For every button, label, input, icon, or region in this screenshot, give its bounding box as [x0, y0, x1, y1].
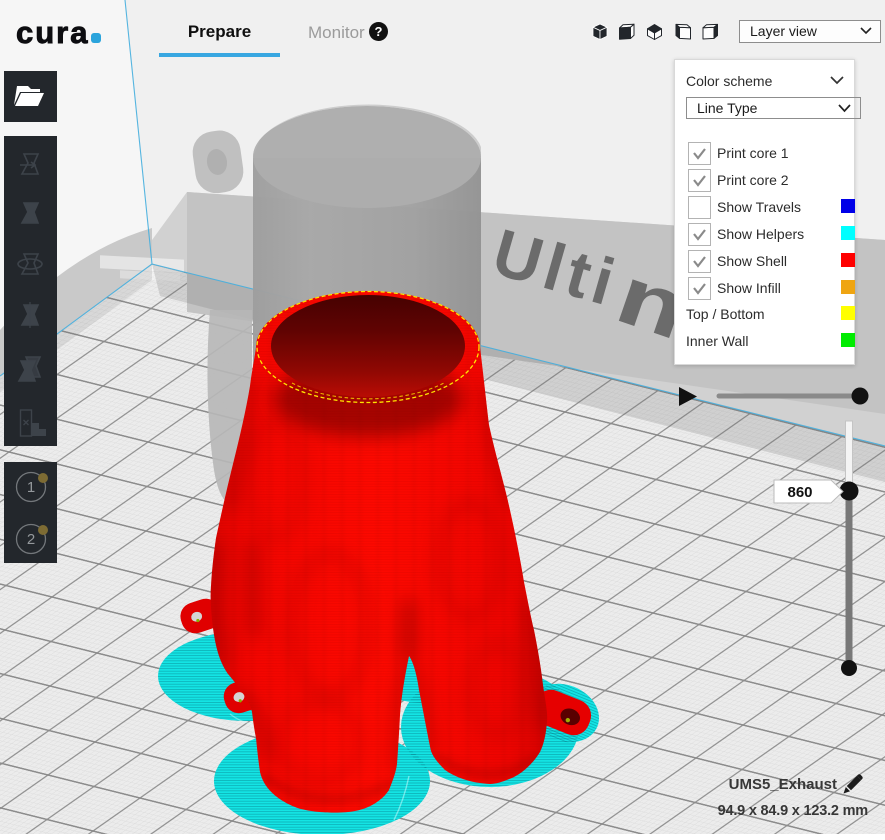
svg-text:1: 1 — [27, 479, 35, 496]
svg-text:860: 860 — [787, 484, 812, 501]
svg-text:2: 2 — [27, 531, 35, 548]
